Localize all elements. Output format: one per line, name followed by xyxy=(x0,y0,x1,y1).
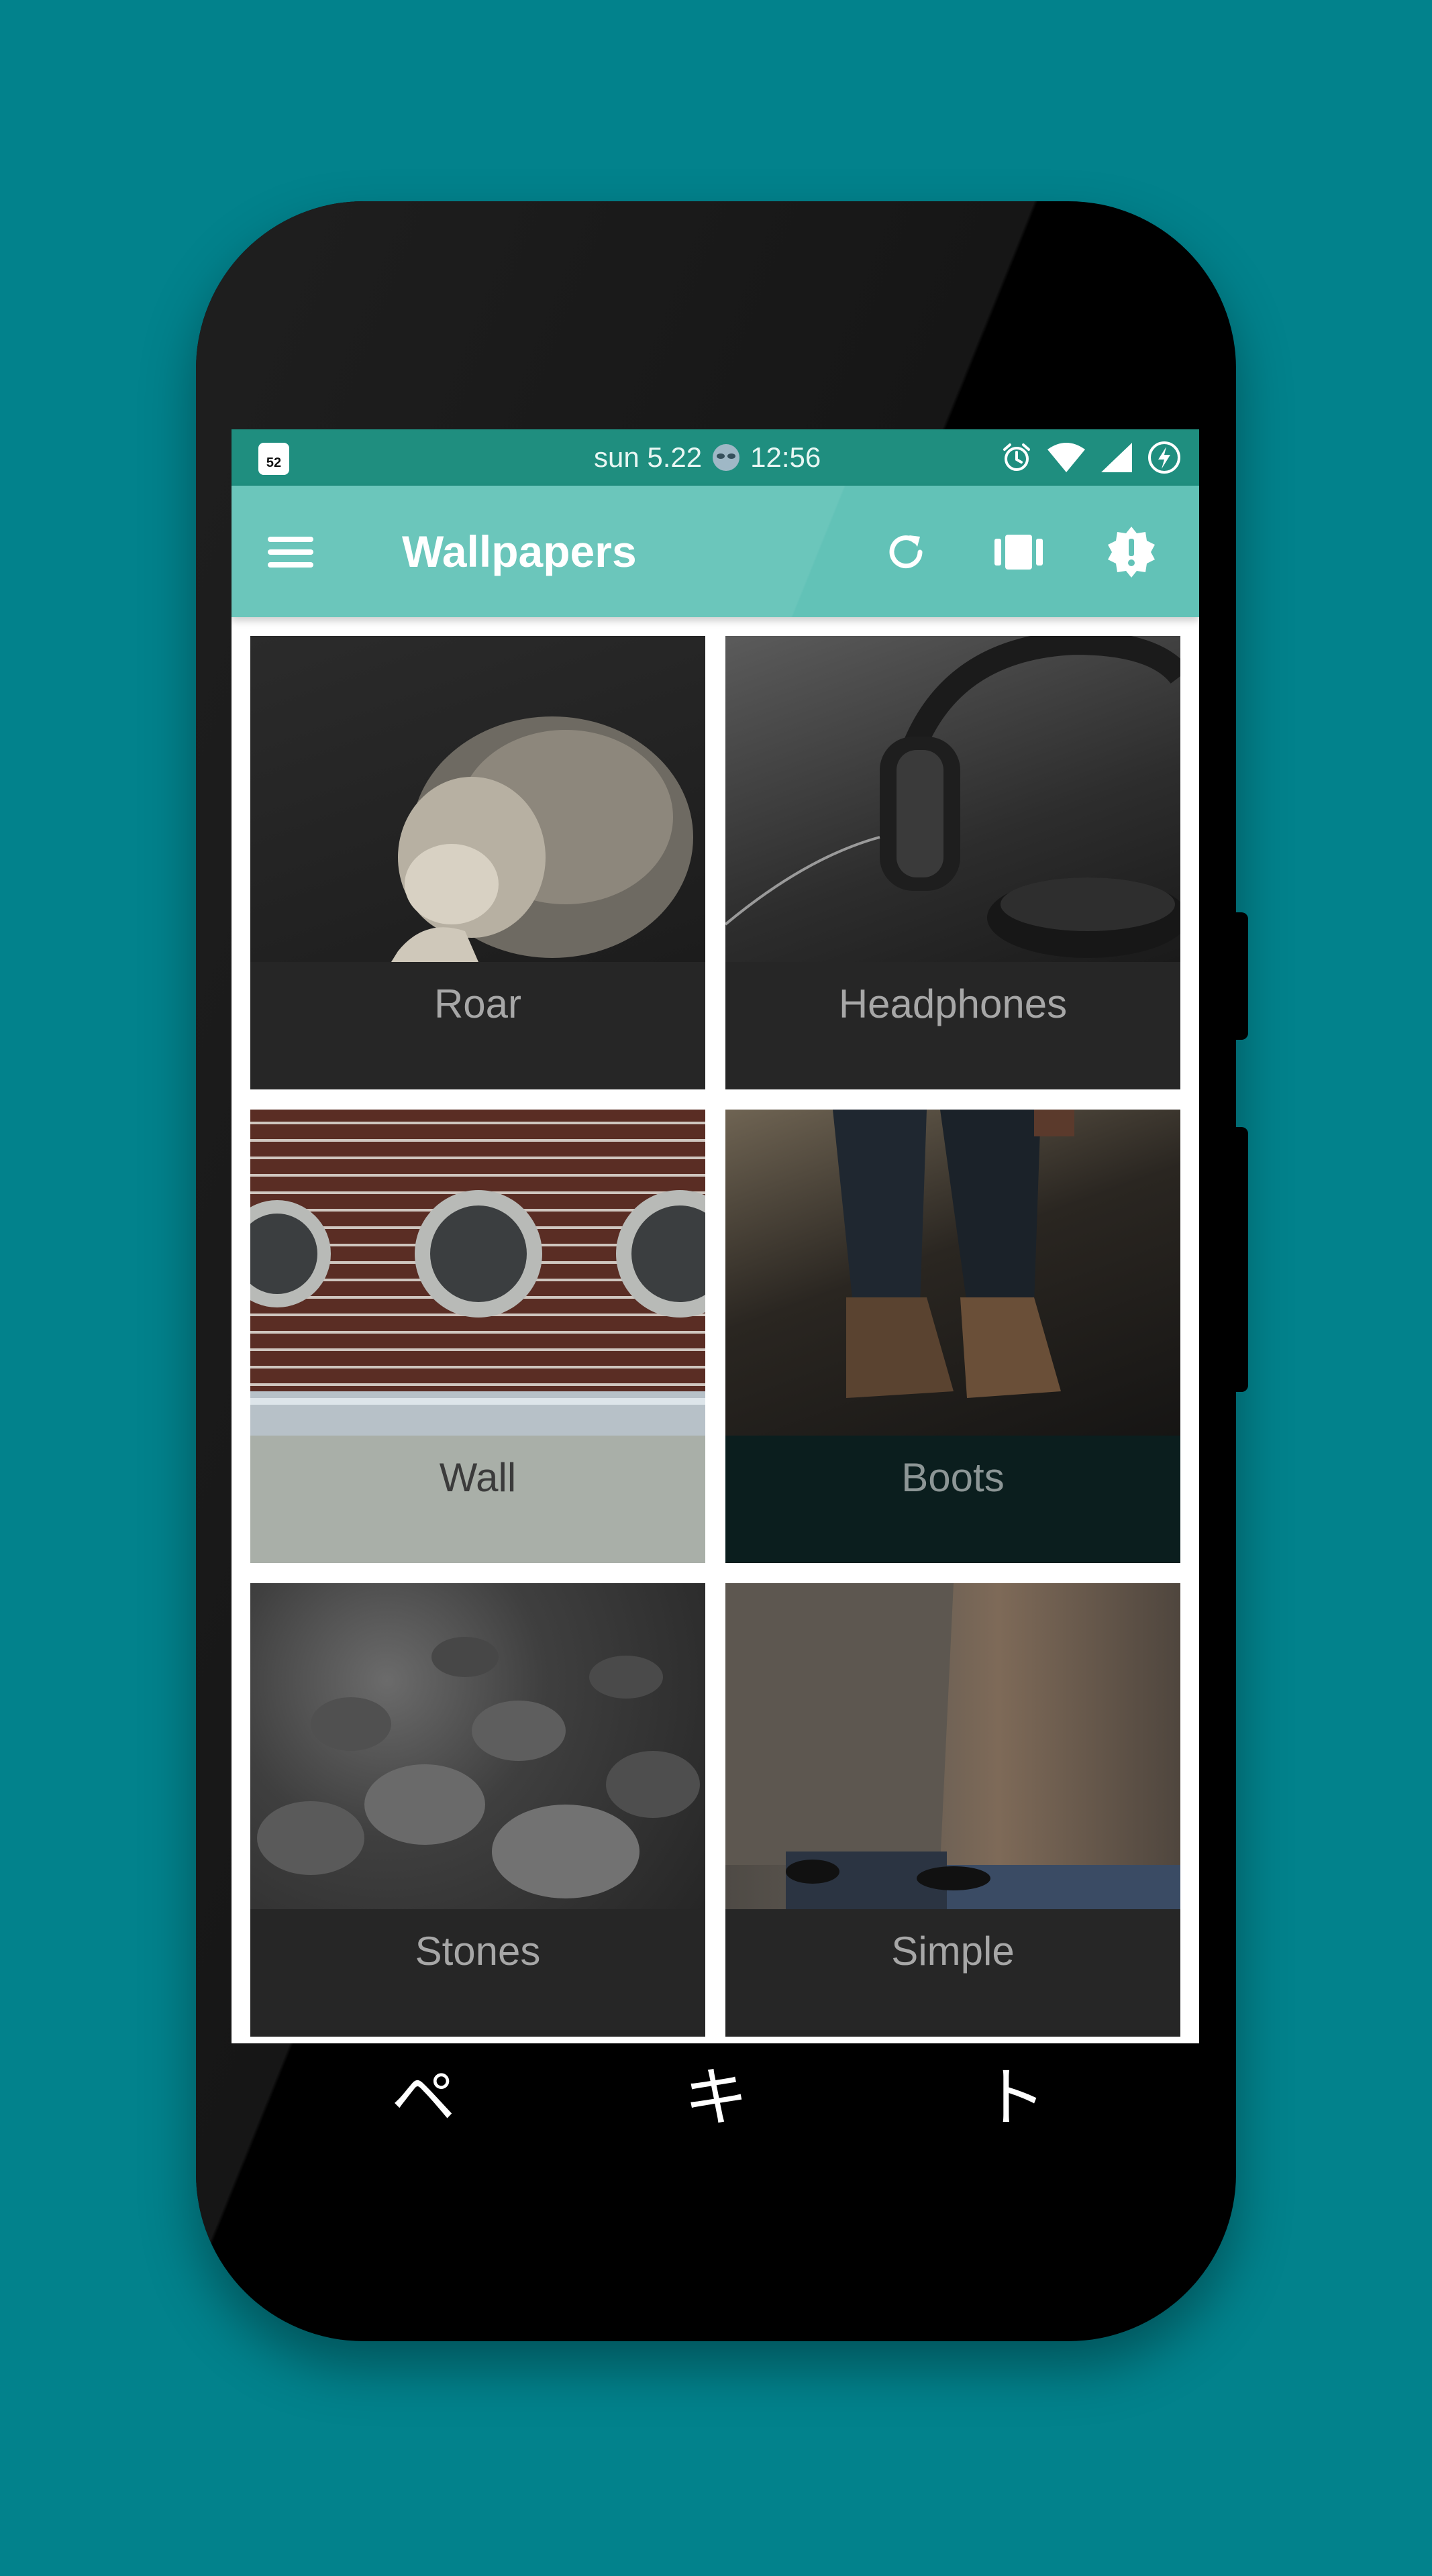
wallpaper-card-headphones[interactable]: Headphones xyxy=(725,636,1180,1089)
wallpaper-card-wall[interactable]: Wall xyxy=(250,1110,705,1563)
wallpaper-image-boots xyxy=(725,1110,1180,1436)
wallpaper-image-wall xyxy=(250,1110,705,1436)
wallpaper-label: Wall xyxy=(439,1455,517,1500)
view-columns-icon[interactable] xyxy=(988,522,1049,582)
wallpaper-image-headphones xyxy=(725,636,1180,962)
status-icons xyxy=(1001,439,1182,476)
alert-badge-icon[interactable] xyxy=(1101,522,1162,582)
menu-icon[interactable] xyxy=(268,530,317,573)
phone-screen: 52 sun 5.22 12:56 Wallpapers Roar Headph… xyxy=(232,429,1199,2043)
calendar-icon: 52 xyxy=(258,443,289,475)
wallpaper-card-roar[interactable]: Roar xyxy=(250,636,705,1089)
phone-side-button-top xyxy=(1236,912,1248,1040)
home-button[interactable]: キ xyxy=(669,2058,763,2139)
signal-icon xyxy=(1101,443,1132,472)
wallpaper-label: Headphones xyxy=(838,981,1068,1026)
phone-side-button-bottom xyxy=(1236,1127,1248,1392)
calendar-day: 52 xyxy=(266,455,282,470)
page-title: Wallpapers xyxy=(402,527,637,576)
wallpaper-image-simple xyxy=(725,1583,1180,1909)
card-caption: Roar xyxy=(250,962,705,1089)
app-bar: Wallpapers xyxy=(232,486,1199,617)
status-date: sun 5.22 xyxy=(594,441,703,473)
wallpaper-card-stones[interactable]: Stones xyxy=(250,1583,705,2037)
battery-charging-icon xyxy=(1148,441,1180,474)
alien-icon xyxy=(713,444,740,471)
wallpaper-image-roar xyxy=(250,636,705,962)
wallpaper-card-simple[interactable]: Simple xyxy=(725,1583,1180,2037)
wallpaper-card-boots[interactable]: Boots xyxy=(725,1110,1180,1563)
status-bar: 52 sun 5.22 12:56 xyxy=(232,429,1199,486)
wallpaper-grid: Roar Headphones Wall Boots Stones Simple xyxy=(250,636,1180,2037)
wifi-icon xyxy=(1047,443,1085,472)
wallpaper-label: Stones xyxy=(415,1929,541,1974)
alarm-icon xyxy=(1003,443,1030,471)
wallpaper-label: Simple xyxy=(891,1929,1015,1974)
card-caption: Stones xyxy=(250,1909,705,2037)
refresh-icon[interactable] xyxy=(876,522,936,582)
status-time: 12:56 xyxy=(750,441,821,473)
navigation-bar: ペ キ ト xyxy=(232,2043,1199,2151)
card-caption: Headphones xyxy=(725,962,1180,1089)
card-caption: Wall xyxy=(250,1436,705,1563)
status-center: sun 5.22 12:56 xyxy=(594,440,821,475)
app-bar-gloss xyxy=(232,486,1199,617)
recents-button[interactable]: ト xyxy=(967,2058,1061,2139)
wallpaper-image-stones xyxy=(250,1583,705,1909)
card-caption: Simple xyxy=(725,1909,1180,2037)
wallpaper-label: Boots xyxy=(901,1455,1005,1500)
card-caption: Boots xyxy=(725,1436,1180,1563)
back-button[interactable]: ペ xyxy=(376,2058,470,2139)
wallpaper-label: Roar xyxy=(433,981,522,1026)
